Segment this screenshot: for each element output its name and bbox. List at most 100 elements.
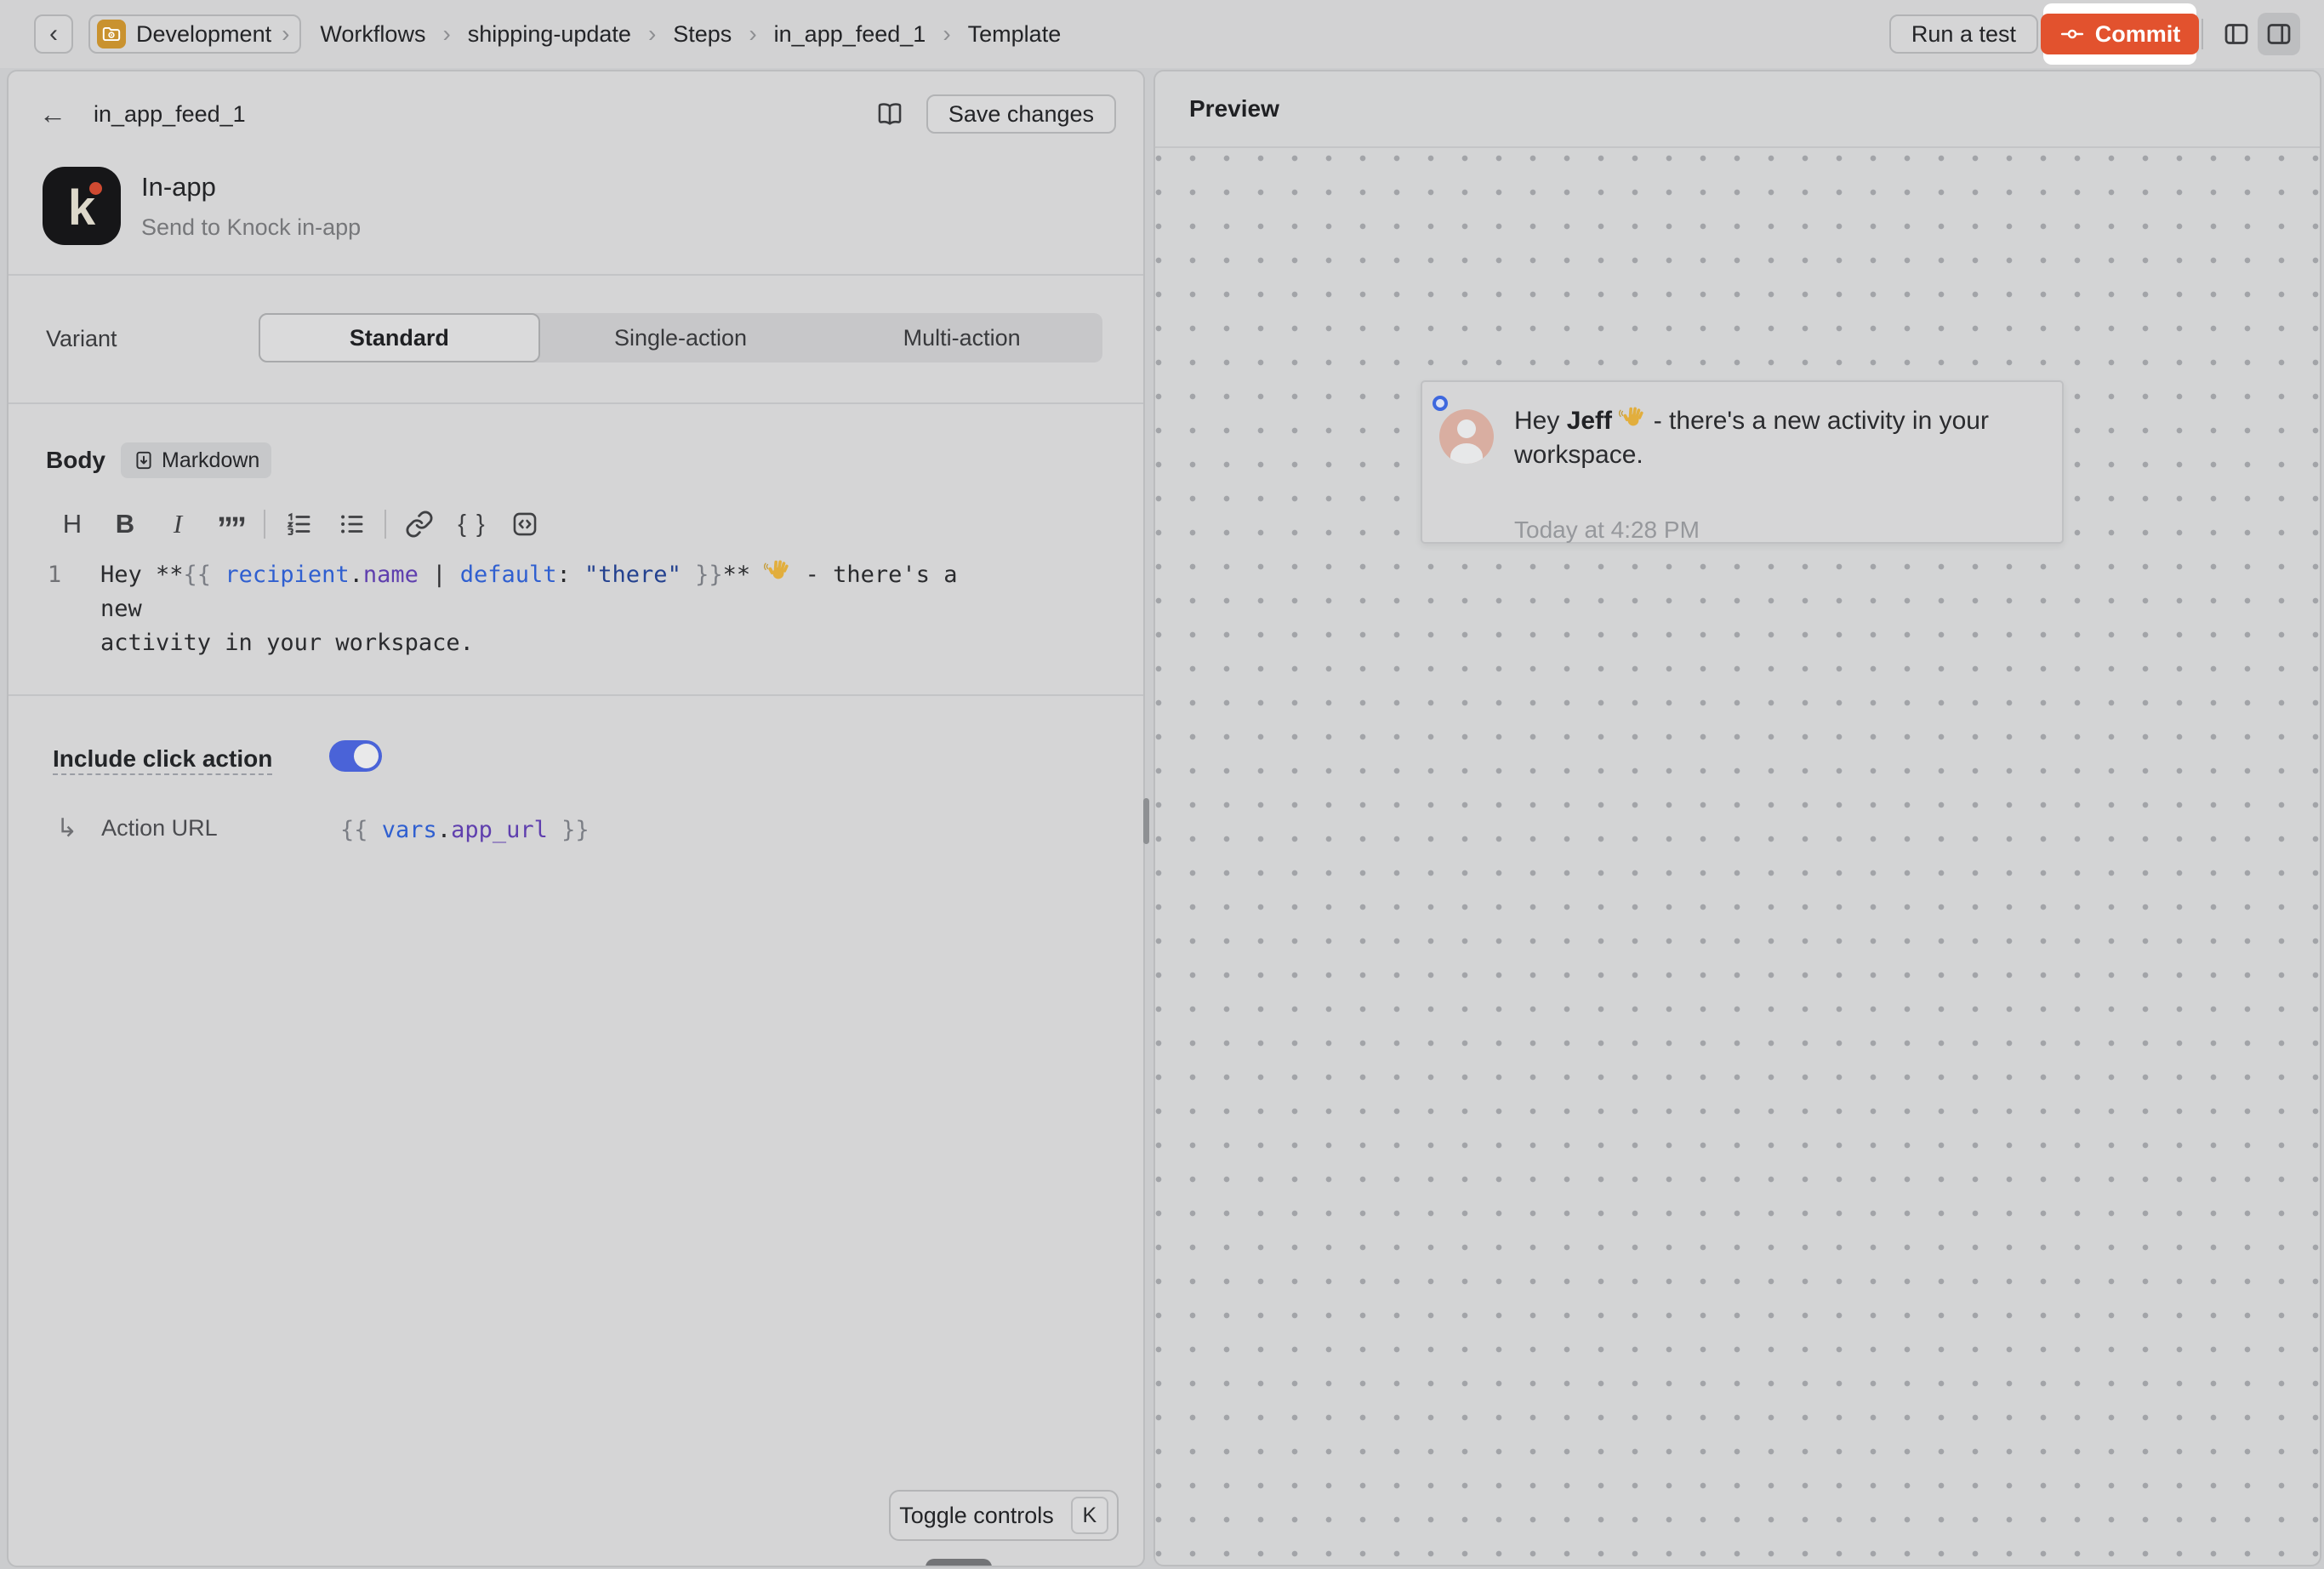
link-icon [405, 510, 434, 539]
toggle-right-panel-button[interactable] [2258, 13, 2300, 55]
markdown-format-badge[interactable]: Markdown [121, 442, 271, 478]
channel-header: k In-app Send to Knock in-app [43, 167, 361, 245]
breadcrumb-steps[interactable]: Steps [673, 21, 732, 48]
back-to-step-button[interactable]: ← [39, 100, 66, 128]
variant-option-single-action[interactable]: Single-action [540, 313, 822, 362]
preview-panel: Preview Hey Jeff - there's a new activit… [1153, 70, 2321, 1566]
breadcrumb-template[interactable]: Template [968, 21, 1062, 48]
breadcrumb-workflows[interactable]: Workflows [320, 21, 425, 48]
code-line-2: activity in your workspace. [100, 626, 1002, 660]
variant-segmented-control: Standard Single-action Multi-action [259, 313, 1102, 362]
commit-button-label: Commit [2095, 21, 2181, 48]
line-number: 1 [9, 558, 100, 626]
bold-button[interactable]: B [99, 504, 151, 545]
toggle-controls-button[interactable]: Toggle controls K [889, 1490, 1119, 1541]
git-commit-icon [2059, 21, 2085, 47]
toggle-knob [354, 744, 379, 768]
breadcrumb-workflow-name[interactable]: shipping-update [468, 21, 631, 48]
toolbar-divider [384, 510, 386, 539]
italic-button[interactable]: I [151, 504, 204, 545]
commit-button[interactable]: Commit [2041, 14, 2200, 54]
code-line: activity in your workspace. [9, 626, 1143, 660]
toggle-controls-label: Toggle controls [899, 1503, 1054, 1529]
panel-right-icon [2264, 19, 2294, 49]
breadcrumb: Workflows › shipping-update › Steps › in… [320, 21, 1061, 48]
notification-message: Hey Jeff - there's a new activity in you… [1514, 404, 2037, 472]
notification-timestamp: Today at 4:28 PM [1514, 516, 1700, 544]
action-url-row: ↳ Action URL [56, 813, 218, 843]
code-block-button[interactable] [498, 504, 551, 545]
book-open-icon [875, 100, 904, 128]
keyboard-shortcut-k: K [1071, 1497, 1108, 1534]
markdown-file-icon [133, 449, 155, 471]
preview-canvas: Hey Jeff - there's a new activity in you… [1155, 150, 2320, 1565]
channel-description: Send to Knock in-app [141, 214, 361, 241]
notification-preview-card: Hey Jeff - there's a new activity in you… [1421, 380, 2064, 544]
corner-arrow-icon: ↳ [56, 813, 77, 843]
environment-label: Development [136, 21, 271, 48]
wave-emoji [1619, 406, 1646, 433]
breadcrumb-separator: › [648, 22, 656, 46]
knock-logo: k [43, 167, 121, 245]
action-url-label: Action URL [101, 815, 218, 842]
toolbar-divider [264, 510, 265, 539]
commit-spotlight-highlight: Commit [2043, 3, 2196, 65]
environment-selector[interactable]: Development › [88, 14, 301, 54]
avatar [1439, 409, 1494, 464]
save-changes-button[interactable]: Save changes [926, 94, 1116, 134]
breadcrumb-separator: › [749, 22, 756, 46]
panel-resize-handle[interactable] [1143, 798, 1149, 844]
run-a-test-button[interactable]: Run a test [1889, 14, 2038, 54]
history-back-button[interactable]: ‹ [34, 14, 73, 54]
panel-left-icon [2221, 19, 2252, 49]
environment-folder-icon [97, 20, 126, 48]
knock-template-editor-screen: ‹ Development › Workflows › shipping-upd… [0, 0, 2324, 1569]
code-line-1: Hey **{{ recipient.name | default: "ther… [100, 558, 1002, 626]
section-divider [9, 402, 1143, 404]
template-editor-panel: ← in_app_feed_1 Save changes k In-app Se… [7, 70, 1145, 1567]
bullet-list-icon [337, 510, 366, 539]
chevron-left-icon: ‹ [49, 21, 58, 47]
section-divider [9, 694, 1143, 696]
variable-button[interactable]: { } [446, 504, 498, 545]
breadcrumb-step-name[interactable]: in_app_feed_1 [774, 21, 926, 48]
heading-button[interactable]: H [46, 504, 99, 545]
include-click-action-toggle[interactable] [329, 740, 382, 772]
ordered-list-icon [284, 510, 313, 539]
bullet-list-button[interactable] [325, 504, 378, 545]
variant-option-multi-action[interactable]: Multi-action [821, 313, 1102, 362]
link-button[interactable] [393, 504, 446, 545]
variant-option-standard[interactable]: Standard [259, 313, 540, 362]
docs-button[interactable] [870, 94, 909, 134]
body-code-editor[interactable]: 1 Hey **{{ recipient.name | default: "th… [9, 558, 1143, 660]
breadcrumb-separator: › [943, 22, 950, 46]
editor-header-actions: Save changes [870, 94, 1116, 134]
hidden-tooltip-peek [926, 1559, 992, 1567]
topbar: ‹ Development › Workflows › shipping-upd… [0, 0, 2324, 68]
channel-text: In-app Send to Knock in-app [141, 167, 361, 245]
body-field-header: Body Markdown [46, 442, 271, 478]
preview-header: Preview [1155, 71, 2320, 148]
section-divider [9, 274, 1143, 276]
blockquote-button[interactable]: ”” [204, 509, 257, 550]
ordered-list-button[interactable] [272, 504, 325, 545]
step-name: in_app_feed_1 [94, 101, 246, 128]
wave-emoji [764, 559, 791, 586]
body-label: Body [46, 447, 105, 474]
include-click-action-label: Include click action [53, 745, 272, 773]
knock-logo-dot [89, 182, 102, 195]
variant-label: Variant [46, 326, 117, 352]
topbar-divider [2202, 19, 2203, 49]
arrow-left-icon: ← [39, 99, 66, 129]
unread-indicator [1433, 396, 1448, 411]
code-block-icon [510, 510, 539, 539]
action-url-value[interactable]: {{ vars.app_url }} [340, 813, 590, 847]
avatar-body [1450, 443, 1483, 464]
code-line: 1 Hey **{{ recipient.name | default: "th… [9, 558, 1143, 626]
preview-title: Preview [1189, 95, 1279, 123]
channel-name: In-app [141, 172, 361, 203]
markdown-toolbar: H B I ”” { } [46, 504, 551, 545]
toggle-left-panel-button[interactable] [2215, 13, 2258, 55]
chevron-right-icon: › [282, 22, 289, 46]
markdown-badge-label: Markdown [162, 448, 259, 473]
